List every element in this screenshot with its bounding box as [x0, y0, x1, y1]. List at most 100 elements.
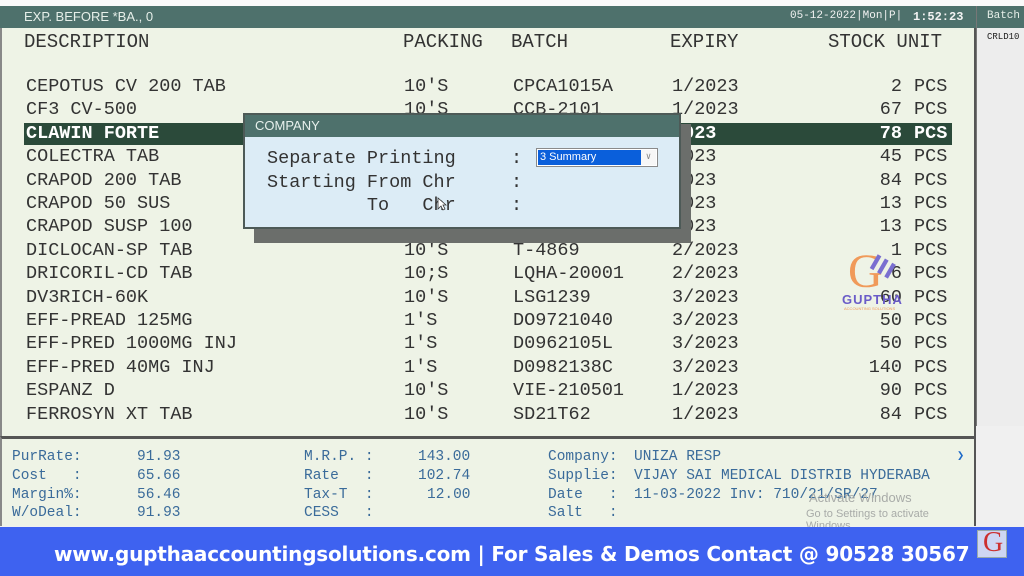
mrp-label: M.R.P. :: [304, 449, 374, 465]
row-expiry: 1/2023: [672, 76, 739, 97]
separate-printing-selected[interactable]: 3 Summary: [538, 150, 641, 165]
table-row[interactable]: DICLOCAN-SP TAB 10'S T-4869 2/2023 1 PCS: [24, 240, 952, 262]
row-description: DRICORIL-CD TAB: [26, 263, 193, 285]
row-description: DICLOCAN-SP TAB: [26, 239, 193, 261]
row-description: EFF-PRED 40MG INJ: [26, 356, 215, 378]
row-description: CRAPOD SUSP 100: [26, 216, 193, 238]
table-row[interactable]: DRICORIL-CD TAB 10;S LQHA-20001 2/2023 6 PCS: [24, 263, 952, 285]
row-expiry: 2/2023: [672, 263, 739, 285]
side-panel-batch-value: CRLD10: [987, 32, 1020, 42]
row-batch: D0962105L: [513, 333, 613, 355]
mrp-value: 143.00: [418, 449, 471, 465]
row-expiry: 3/2023: [672, 286, 739, 308]
tax-type-label: Tax-T :: [304, 487, 374, 503]
row-unit: PCS: [914, 76, 948, 97]
supplier-label: Supplie:: [548, 468, 618, 484]
to-chr-label: To Chr: [267, 195, 456, 216]
supplier-value: VIJAY SAI MEDICAL DISTRIB HYDERABA: [634, 468, 930, 484]
scroll-indicator-icon[interactable]: ❯: [957, 448, 965, 463]
row-packing: 1'S: [404, 356, 438, 378]
margin-value: 56.46: [137, 487, 181, 503]
purrate-label: PurRate:: [12, 449, 82, 465]
purrate-value: 91.93: [137, 449, 181, 465]
row-unit: PCS: [914, 146, 948, 168]
row-stock: 50: [879, 310, 902, 331]
rate-value: 102.74: [418, 468, 471, 484]
row-unit: PCS: [914, 193, 948, 214]
title-bar: EXP. BEFORE *BA., 0 05-12-2022|Mon|P| 1:…: [0, 6, 976, 28]
table-row[interactable]: FERROSYN XT TAB 10'S SD21T62 1/2023 84 PCS: [24, 404, 952, 426]
company-label: Company:: [548, 449, 618, 465]
row-description: CRAPOD 200 TAB: [26, 169, 182, 191]
guptha-watermark-logo: G ▐▐▐ GUPTHA ACCOUNTING SOLUTIONS: [840, 245, 903, 312]
item-detail-panel: PurRate: 91.93 Cost : 65.66 Margin%: 56.…: [0, 436, 976, 532]
column-header-packing: PACKING: [403, 31, 483, 53]
row-unit: PCS: [914, 99, 948, 121]
row-stock: 2: [890, 76, 902, 97]
table-row[interactable]: CEPOTUS CV 200 TAB 10'S CPCA1015A 1/2023 2 PC…: [24, 76, 952, 98]
wodeal-label: W/oDeal:: [12, 505, 82, 521]
separate-printing-label: Separate Printing: [267, 148, 456, 169]
promo-banner: www.gupthaaccountingsolutions.com | For …: [0, 527, 1024, 576]
row-batch: DO9721040: [513, 310, 613, 331]
side-panel-header: Batch: [977, 6, 1024, 28]
row-stock: 140: [868, 356, 902, 378]
to-chr-colon: :: [511, 195, 523, 216]
date-label: Date :: [548, 487, 618, 503]
dialog-title: COMPANY: [245, 115, 679, 137]
window-title: EXP. BEFORE *BA., 0: [24, 9, 154, 24]
watermark-name: GUPTHA: [842, 292, 903, 307]
row-expiry: 3/2023: [672, 310, 739, 331]
row-packing: 1'S: [404, 333, 438, 355]
cost-label: Cost :: [12, 468, 82, 484]
row-unit: PCS: [914, 122, 948, 144]
row-description: EFF-PRED 1000MG INJ: [26, 333, 237, 355]
row-description: CF3 CV-500: [26, 99, 138, 121]
table-row[interactable]: EFF-PRED 40MG INJ 1'S D0982138C 3/2023 140 PC…: [24, 357, 952, 379]
row-unit: PCS: [914, 263, 948, 285]
table-row[interactable]: ESPANZ D 10'S VIE-210501 1/2023 90 PCS: [24, 380, 952, 402]
row-unit: PCS: [914, 216, 948, 238]
mouse-cursor-icon: [437, 197, 447, 211]
banner-text[interactable]: www.gupthaaccountingsolutions.com | For …: [54, 542, 970, 566]
row-packing: 10'S: [404, 286, 449, 308]
banner-logo: G: [977, 527, 1007, 558]
row-description: CLAWIN FORTE: [26, 122, 160, 144]
cost-value: 65.66: [137, 468, 181, 484]
row-expiry: 3/2023: [672, 333, 739, 355]
row-description: EFF-PREAD 125MG: [26, 310, 193, 331]
table-row[interactable]: DV3RICH-60K 10'S LSG1239 3/2023 60 PCS: [24, 287, 952, 309]
table-row[interactable]: EFF-PRED 1000MG INJ 1'S D0962105L 3/2023 50 P…: [24, 333, 952, 355]
wodeal-value: 91.93: [137, 505, 181, 521]
row-unit: PCS: [914, 356, 948, 378]
row-expiry: 1/2023: [672, 380, 739, 402]
row-packing: 10'S: [404, 76, 449, 97]
separate-printing-colon: :: [511, 148, 523, 169]
row-stock: 50: [879, 333, 902, 355]
row-description: CRAPOD 50 SUS: [26, 193, 171, 214]
margin-label: Margin%:: [12, 487, 82, 503]
row-stock: 84: [879, 169, 902, 191]
row-unit: PCS: [914, 333, 948, 355]
row-stock: 78: [879, 122, 902, 144]
table-row[interactable]: EFF-PREAD 125MG 1'S DO9721040 3/2023 50 PCS: [24, 310, 952, 332]
company-print-dialog: COMPANY Separate Printing : Starting Fro…: [243, 113, 681, 229]
row-stock: 45: [879, 146, 902, 168]
row-description: COLECTRA TAB: [26, 146, 160, 168]
row-expiry: 3/2023: [672, 356, 739, 378]
row-stock: 90: [879, 380, 902, 402]
activate-windows-title: Activate Windows: [809, 490, 912, 505]
banner-logo-letter: G: [983, 527, 1004, 558]
company-value: UNIZA RESP: [634, 449, 722, 465]
row-unit: PCS: [914, 310, 948, 331]
row-unit: PCS: [914, 239, 948, 261]
chevron-down-icon[interactable]: ∨: [641, 150, 656, 165]
row-unit: PCS: [914, 286, 948, 308]
column-header-batch: BATCH: [511, 31, 569, 53]
separate-printing-dropdown[interactable]: 3 Summary ∨: [536, 148, 658, 167]
row-description: CEPOTUS CV 200 TAB: [26, 76, 226, 97]
clock: 1:52:23: [913, 10, 964, 24]
cess-label: CESS :: [304, 505, 374, 521]
batch-side-panel: Batch CRLD10: [976, 6, 1024, 426]
row-expiry: 1/2023: [672, 99, 739, 121]
